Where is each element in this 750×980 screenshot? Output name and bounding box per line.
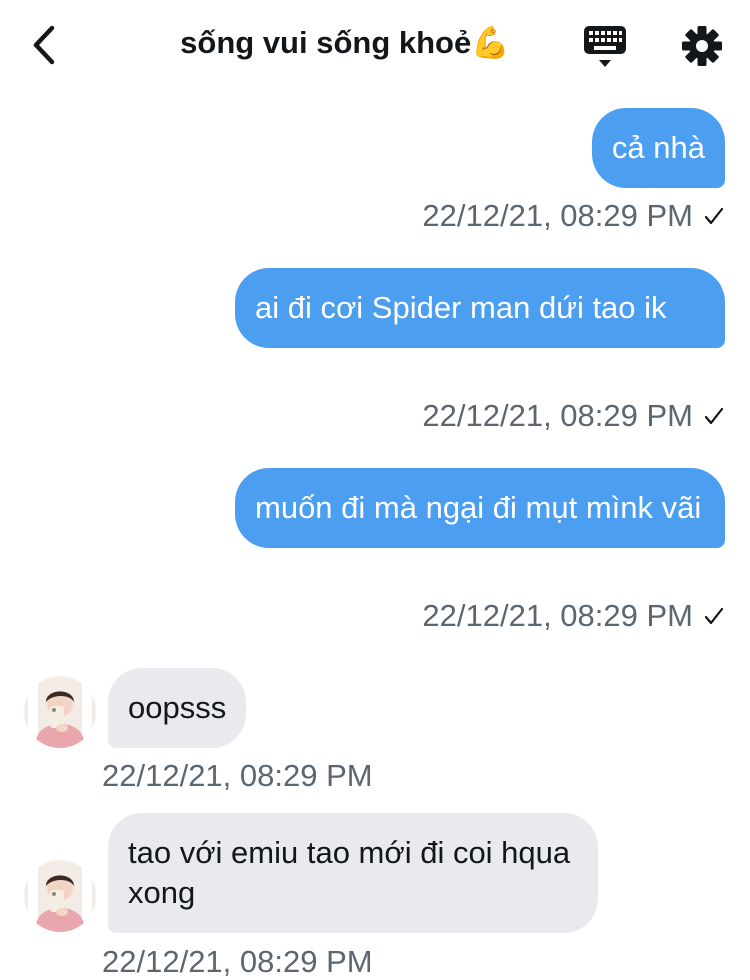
checkmark-icon <box>704 207 724 225</box>
conversation-title: sống vui sống khoẻ💪 <box>180 25 510 60</box>
avatar[interactable] <box>24 676 96 748</box>
gear-icon <box>682 26 722 66</box>
avatar[interactable] <box>24 860 96 932</box>
message-meta: 22/12/21, 08:29 PM <box>422 598 725 634</box>
message-bubble-outgoing[interactable]: ai đi cơi Spider man dứi tao ik <box>235 268 725 348</box>
keyboard-button[interactable] <box>582 22 630 72</box>
avatar-image <box>24 860 96 932</box>
back-button[interactable] <box>24 20 68 70</box>
message-bubble-outgoing[interactable]: muốn đi mà ngại đi mụt mìnk vãi <box>235 468 725 548</box>
message-bubble-incoming[interactable]: oopsss <box>108 668 247 748</box>
chevron-left-icon <box>33 25 55 65</box>
checkmark-icon <box>704 407 724 425</box>
settings-button[interactable] <box>680 24 724 68</box>
message-timestamp: 22/12/21, 08:29 PM <box>422 398 693 433</box>
message-meta: 22/12/21, 08:29 PM <box>422 398 725 434</box>
message-timestamp: 22/12/21, 08:29 PM <box>102 758 373 793</box>
chat-header: sống vui sống khoẻ💪 <box>0 0 750 96</box>
checkmark-icon <box>704 607 724 625</box>
message-meta: 22/12/21, 08:29 PM <box>422 198 725 234</box>
keyboard-icon <box>584 26 626 67</box>
message-timestamp: 22/12/21, 08:29 PM <box>422 598 693 633</box>
message-bubble-outgoing[interactable]: cả nhà <box>591 108 725 188</box>
message-timestamp: 22/12/21, 08:29 PM <box>422 198 693 233</box>
avatar-image <box>24 676 96 748</box>
message-bubble-incoming[interactable]: tao với emiu tao mới đi coi hqua xong <box>108 813 598 933</box>
message-timestamp: 22/12/21, 08:29 PM <box>102 944 373 979</box>
